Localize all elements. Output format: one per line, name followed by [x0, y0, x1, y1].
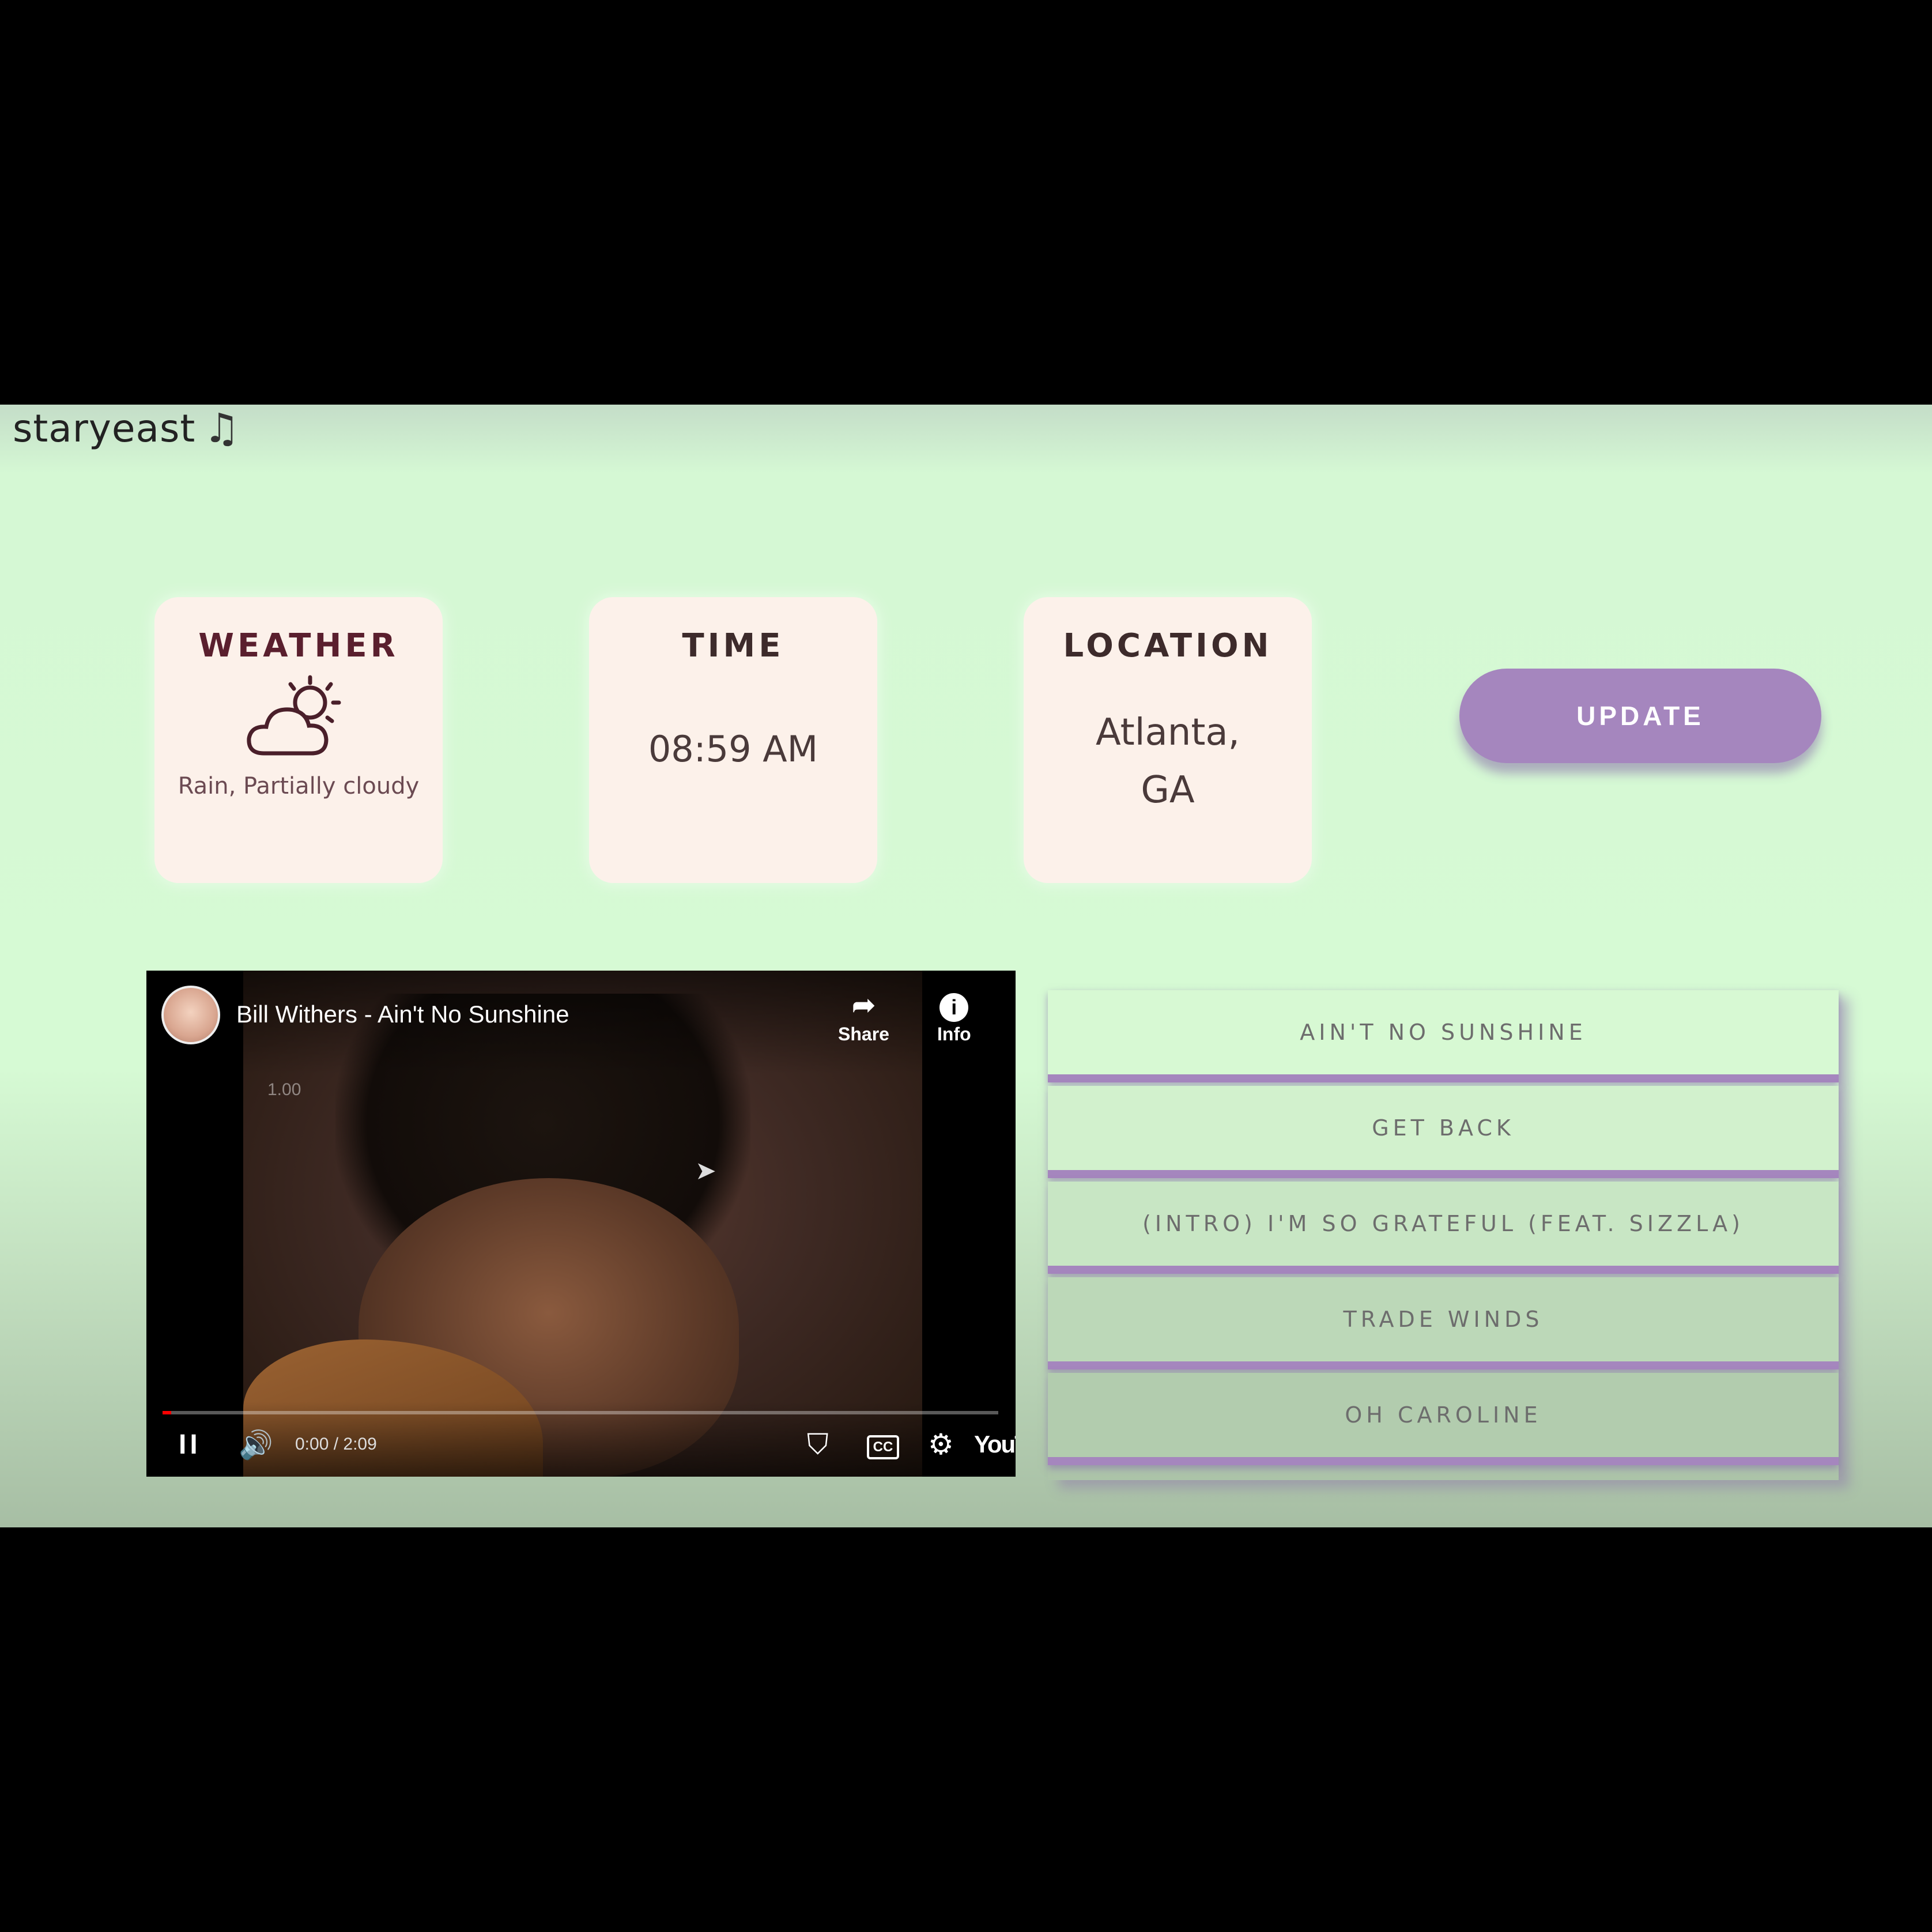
share-button[interactable]: ➦ Share	[838, 988, 889, 1045]
settings-icon[interactable]: ⚙	[928, 1427, 954, 1462]
brand-header: staryeast ♫	[13, 405, 240, 452]
partly-cloudy-icon	[154, 673, 443, 767]
app-window: staryeast ♫ WEATHER Rain, Partially clou…	[0, 405, 1932, 1527]
channel-avatar[interactable]	[161, 986, 220, 1044]
music-note-icon: ♫	[203, 405, 240, 452]
update-button[interactable]: UPDATE	[1459, 669, 1821, 763]
playlist-item[interactable]: TRADE WINDS	[1048, 1277, 1839, 1369]
info-button[interactable]: i Info	[937, 988, 971, 1045]
info-icon: i	[937, 988, 971, 1024]
speed-overlay: 1.00	[267, 1080, 301, 1099]
shield-icon[interactable]: ⛉	[807, 1427, 829, 1462]
time-card: TIME 08:59 AM	[589, 597, 877, 883]
playlist-item[interactable]: (INTRO) I'M SO GRATEFUL (FEAT. SIZZLA)	[1048, 1182, 1839, 1274]
location-card: LOCATION Atlanta, GA	[1024, 597, 1312, 883]
weather-card: WEATHER Rain, Partially cloudy	[154, 597, 443, 883]
share-icon: ➦	[852, 990, 876, 1021]
info-label: Info	[937, 1024, 971, 1044]
time-value: 08:59 AM	[648, 728, 818, 770]
time-display: 0:00 / 2:09	[295, 1435, 377, 1454]
location-title: LOCATION	[1063, 627, 1273, 665]
playlist: AIN'T NO SUNSHINE GET BACK (INTRO) I'M S…	[1048, 990, 1839, 1480]
video-title[interactable]: Bill Withers - Ain't No Sunshine	[236, 1001, 569, 1028]
weather-description: Rain, Partially cloudy	[178, 773, 420, 799]
time-title: TIME	[682, 627, 784, 665]
progress-bar[interactable]	[163, 1411, 998, 1414]
youtube-logo[interactable]: YouTube	[974, 1427, 1016, 1462]
location-value: Atlanta, GA	[1096, 711, 1240, 812]
weather-title: WEATHER	[198, 627, 399, 665]
video-player[interactable]: Bill Withers - Ain't No Sunshine ➦ Share…	[146, 971, 1016, 1477]
share-label: Share	[838, 1024, 889, 1044]
progress-fill	[163, 1411, 171, 1414]
playlist-item[interactable]: OH CAROLINE	[1048, 1373, 1839, 1465]
video-controls: II 🔊 0:00 / 2:09 ⛉ CC ⚙ YouTube ⛶	[146, 1402, 1016, 1477]
mouse-cursor-icon: ➤	[695, 1156, 716, 1186]
pause-icon[interactable]: II	[179, 1427, 201, 1462]
brand-name: staryeast	[13, 406, 196, 451]
volume-icon[interactable]: 🔊	[239, 1427, 273, 1462]
playlist-item[interactable]: AIN'T NO SUNSHINE	[1048, 990, 1839, 1082]
captions-icon[interactable]: CC	[867, 1435, 899, 1459]
playlist-item[interactable]: GET BACK	[1048, 1086, 1839, 1178]
